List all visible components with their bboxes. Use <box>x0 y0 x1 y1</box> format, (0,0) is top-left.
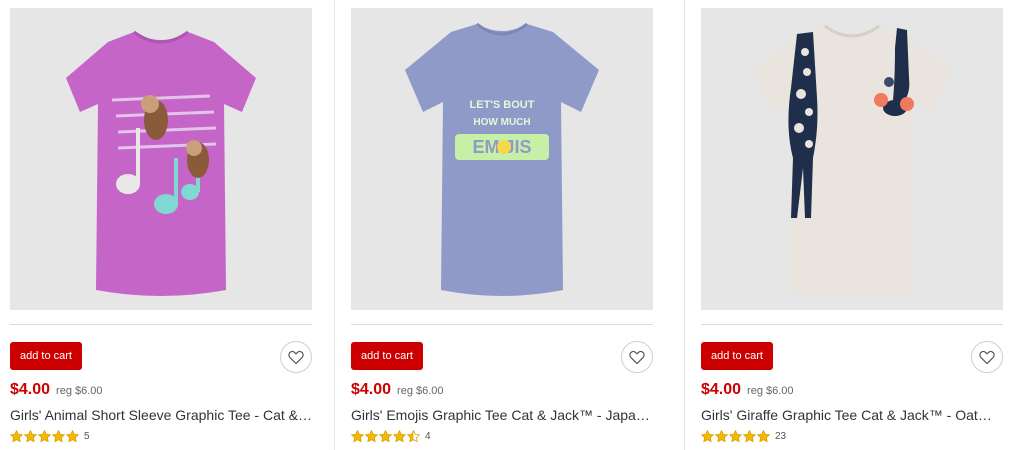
star-icon-full <box>365 429 378 442</box>
product-card: add to cart $4.00 reg $6.00 Girls' Giraf… <box>684 0 1024 450</box>
sale-price: $4.00 <box>351 381 392 398</box>
star-icon-full <box>757 429 770 442</box>
star-icon-full <box>24 429 37 442</box>
star-icon-full <box>379 429 392 442</box>
card-actions: add to cart <box>10 341 312 381</box>
product-image[interactable] <box>701 8 1003 310</box>
review-count: 4 <box>425 430 431 442</box>
product-card: LET'S BOUT HOW MUCH EM JIS add to cart $… <box>334 0 684 450</box>
heart-icon <box>288 350 304 364</box>
star-rating <box>351 429 420 443</box>
star-rating <box>10 429 79 443</box>
card-divider <box>701 324 1003 325</box>
favorite-button[interactable] <box>280 341 312 373</box>
sale-price: $4.00 <box>701 381 742 398</box>
product-title[interactable]: Girls' Animal Short Sleeve Graphic Tee -… <box>10 406 312 424</box>
product-title[interactable]: Girls' Emojis Graphic Tee Cat & Jack™ - … <box>351 406 653 424</box>
graphic-text-line1: LET'S BOUT <box>470 99 535 111</box>
price-row: $4.00 reg $6.00 <box>701 381 1014 403</box>
rating-row[interactable]: 5 <box>10 429 324 443</box>
star-icon-full <box>393 429 406 442</box>
product-image[interactable] <box>10 8 312 310</box>
product-image[interactable]: LET'S BOUT HOW MUCH EM JIS <box>351 8 653 310</box>
card-actions: add to cart <box>701 341 1003 381</box>
rating-row[interactable]: 23 <box>701 429 1014 443</box>
regular-price: reg $6.00 <box>397 385 444 397</box>
add-to-cart-button[interactable]: add to cart <box>351 342 423 370</box>
favorite-button[interactable] <box>971 341 1003 373</box>
regular-price: reg $6.00 <box>747 385 794 397</box>
add-to-cart-button[interactable]: add to cart <box>701 342 773 370</box>
favorite-button[interactable] <box>621 341 653 373</box>
price-row: $4.00 reg $6.00 <box>351 381 674 403</box>
card-divider <box>10 324 312 325</box>
star-icon-full <box>52 429 65 442</box>
star-icon-full <box>701 429 714 442</box>
star-icon-full <box>715 429 728 442</box>
add-to-cart-button[interactable]: add to cart <box>10 342 82 370</box>
star-icon-full <box>38 429 51 442</box>
sloth-shirt-icon <box>66 30 256 296</box>
product-title[interactable]: Girls' Giraffe Graphic Tee Cat & Jack™ -… <box>701 406 1003 424</box>
star-rating <box>701 429 770 443</box>
star-icon-full <box>351 429 364 442</box>
star-icon-full <box>66 429 79 442</box>
regular-price: reg $6.00 <box>56 385 103 397</box>
product-grid: add to cart $4.00 reg $6.00 Girls' Anima… <box>0 0 1024 450</box>
card-divider <box>351 324 653 325</box>
star-icon-half <box>407 429 420 442</box>
star-icon-full <box>743 429 756 442</box>
heart-icon <box>629 350 645 364</box>
review-count: 5 <box>84 430 90 442</box>
emojis-shirt-icon: LET'S BOUT HOW MUCH EM JIS <box>405 22 599 296</box>
graphic-text-line2: HOW MUCH <box>473 117 530 128</box>
star-icon-full <box>729 429 742 442</box>
rating-row[interactable]: 4 <box>351 429 674 443</box>
star-icon-full <box>10 429 23 442</box>
card-actions: add to cart <box>351 341 653 381</box>
review-count: 23 <box>775 430 787 442</box>
sale-price: $4.00 <box>10 381 51 398</box>
giraffe-shirt-icon <box>753 24 951 298</box>
heart-icon <box>979 350 995 364</box>
price-row: $4.00 reg $6.00 <box>10 381 324 403</box>
product-card: add to cart $4.00 reg $6.00 Girls' Anima… <box>0 0 334 450</box>
